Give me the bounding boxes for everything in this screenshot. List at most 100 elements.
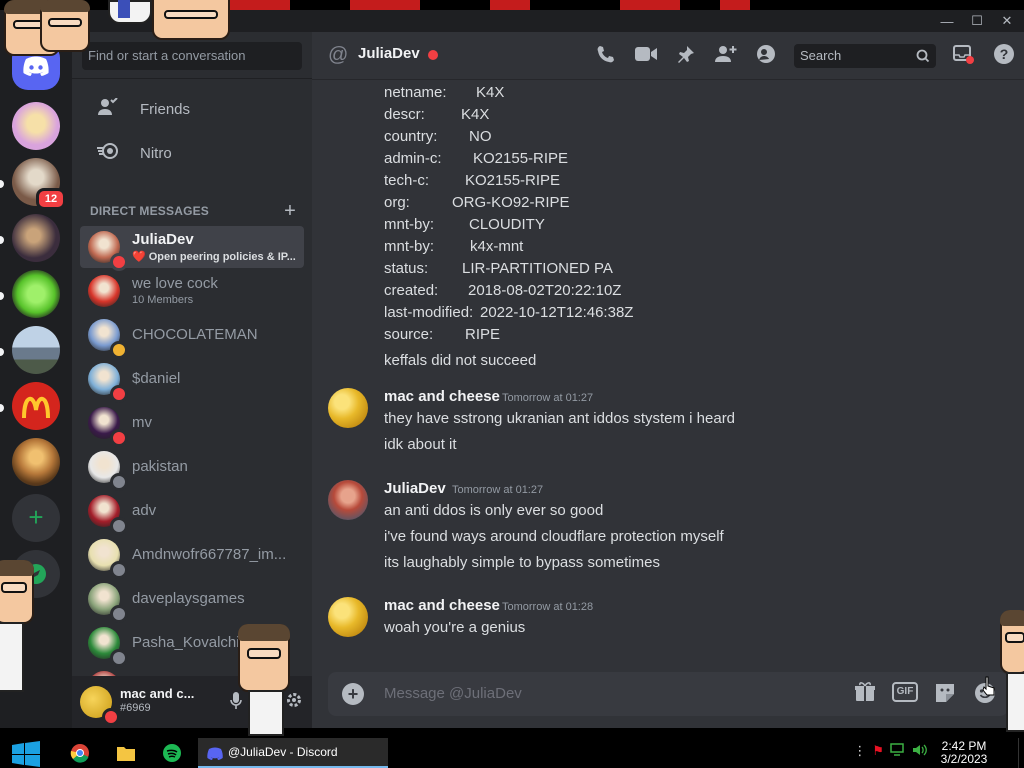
- message-composer[interactable]: + Message @JuliaDev GIF: [328, 672, 1008, 716]
- whois-line: country: NO: [384, 128, 784, 150]
- network-icon[interactable]: [890, 743, 906, 760]
- dm-name: JuliaDev: [132, 231, 194, 248]
- whois-line: mnt-by: CLOUDITY: [384, 216, 784, 238]
- message-timestamp[interactable]: Tomorrow at 01:28: [502, 601, 593, 613]
- start-button[interactable]: [10, 741, 42, 767]
- search-icon: [916, 44, 930, 76]
- message-text: keffals did not succeed: [384, 352, 537, 369]
- add-friends-to-dm-icon[interactable]: [706, 45, 746, 68]
- video-call-icon[interactable]: [626, 46, 666, 67]
- flag-icon[interactable]: ⚑: [872, 743, 884, 760]
- message-timestamp[interactable]: Tomorrow at 01:27: [452, 484, 543, 496]
- server-icon-7[interactable]: [12, 438, 60, 486]
- dm-item[interactable]: Amdnwofr667787_im...: [80, 534, 304, 579]
- maximize-button[interactable]: ☐: [970, 13, 984, 29]
- channel-name[interactable]: JuliaDev: [358, 45, 420, 62]
- status-dot: [110, 429, 128, 447]
- nitro-nav-item[interactable]: Nitro: [80, 132, 304, 174]
- message-author[interactable]: mac and cheese: [384, 388, 500, 405]
- file-explorer-taskbar-icon[interactable]: [112, 740, 140, 766]
- user-status-dot: [102, 708, 120, 726]
- whois-value: RIPE: [465, 326, 501, 343]
- upload-plus-icon[interactable]: +: [342, 683, 364, 705]
- taskbar: @JuliaDev - Discord ⋮ ⚑ 2:42 PM 3/2/2023: [0, 738, 1024, 768]
- dm-item[interactable]: adv: [80, 490, 304, 535]
- whois-line: tech-c: KO2155-RIPE: [384, 172, 784, 194]
- dm-item[interactable]: CHOCOLATEMAN: [80, 314, 304, 359]
- dm-subtext: ❤️ Open peering policies & IP...: [132, 251, 296, 263]
- message-avatar[interactable]: [328, 388, 368, 428]
- minimize-button[interactable]: —: [940, 14, 954, 29]
- dm-subtext: 10 Members: [132, 294, 194, 306]
- discord-taskbar-button[interactable]: @JuliaDev - Discord: [198, 738, 388, 768]
- whois-line: source: RIPE: [384, 326, 784, 348]
- message-author[interactable]: mac and cheese: [384, 597, 500, 614]
- voice-call-icon[interactable]: [586, 44, 626, 69]
- arches-logo-icon: [22, 397, 50, 419]
- message-text: they have sstrong ukranian ant iddos sty…: [384, 410, 736, 427]
- unread-pill: [0, 236, 4, 244]
- message-author[interactable]: JuliaDev: [384, 480, 446, 497]
- user-profile-icon[interactable]: [746, 44, 786, 69]
- whois-key: status:: [384, 260, 429, 277]
- mouse-cursor-icon: [982, 676, 996, 698]
- friends-icon: [92, 96, 124, 121]
- whois-line: admin-c: KO2155-RIPE: [384, 150, 784, 172]
- close-button[interactable]: ✕: [1000, 13, 1014, 29]
- whois-value: CLOUDITY: [469, 216, 545, 233]
- friends-label: Friends: [140, 100, 191, 118]
- body-sticker-top: [108, 0, 152, 24]
- whois-value: 2022-10-12T12:46:38Z: [480, 304, 634, 321]
- dm-name: pakistan: [132, 458, 188, 475]
- whois-key: tech-c:: [384, 172, 430, 189]
- divider: [72, 78, 312, 79]
- face-sticker-right: [1000, 610, 1024, 734]
- dm-item[interactable]: daveplaysgames: [80, 578, 304, 623]
- volume-icon[interactable]: [912, 743, 928, 760]
- status-dot: [110, 253, 128, 271]
- server-icon-6[interactable]: [12, 382, 60, 430]
- dm-item[interactable]: $daniel: [80, 358, 304, 403]
- sticker-icon[interactable]: [932, 682, 958, 709]
- chrome-taskbar-icon[interactable]: [66, 740, 94, 766]
- nitro-icon: [92, 142, 124, 165]
- server-icon-3[interactable]: [12, 214, 60, 262]
- whois-line: mnt-by: k4x-mnt: [384, 238, 784, 260]
- friends-nav-item[interactable]: Friends: [80, 88, 304, 130]
- message-avatar[interactable]: [328, 597, 368, 637]
- dm-item[interactable]: mv: [80, 402, 304, 447]
- create-dm-button[interactable]: +: [284, 200, 296, 223]
- dm-item[interactable]: JuliaDev ❤️ Open peering policies & IP...: [80, 226, 304, 271]
- system-tray: ⋮ ⚑: [853, 743, 928, 760]
- tray-overflow-icon[interactable]: ⋮: [853, 743, 866, 760]
- whois-key: mnt-by:: [384, 216, 435, 233]
- server-icon-4[interactable]: [12, 270, 60, 318]
- status-dot: [110, 561, 128, 579]
- whois-line: created: 2018-08-02T20:22:10Z: [384, 282, 784, 304]
- unread-pill: [0, 180, 4, 188]
- pinned-messages-icon[interactable]: [666, 45, 706, 68]
- find-conversation-input[interactable]: Find or start a conversation: [82, 42, 302, 70]
- spotify-taskbar-icon[interactable]: [158, 740, 186, 766]
- message-input[interactable]: Message @JuliaDev: [384, 685, 522, 702]
- whois-value: ORG-KO92-RIPE: [452, 194, 570, 211]
- gif-button[interactable]: GIF: [892, 682, 918, 702]
- dm-item[interactable]: we love cock 10 Members: [80, 270, 304, 312]
- search-input[interactable]: Search: [794, 44, 936, 68]
- whois-value: KO2155-RIPE: [465, 172, 561, 189]
- whois-key: mnt-by:: [384, 238, 435, 255]
- message-timestamp[interactable]: Tomorrow at 01:27: [502, 392, 593, 404]
- server-icon-5[interactable]: [12, 326, 60, 374]
- inbox-icon[interactable]: [944, 44, 984, 69]
- user-name: mac and c...: [120, 686, 195, 701]
- add-server-button[interactable]: +: [12, 494, 60, 542]
- face-sticker-bottom-center: [238, 624, 294, 736]
- server-icon-1[interactable]: [12, 102, 60, 150]
- dm-name: mv: [132, 414, 152, 431]
- dm-item[interactable]: pakistan: [80, 446, 304, 491]
- message-avatar[interactable]: [328, 480, 368, 520]
- taskbar-clock[interactable]: 2:42 PM 3/2/2023: [934, 740, 994, 766]
- help-icon[interactable]: ?: [984, 43, 1024, 70]
- show-desktop-button[interactable]: [1018, 738, 1024, 768]
- gift-icon[interactable]: [852, 682, 878, 709]
